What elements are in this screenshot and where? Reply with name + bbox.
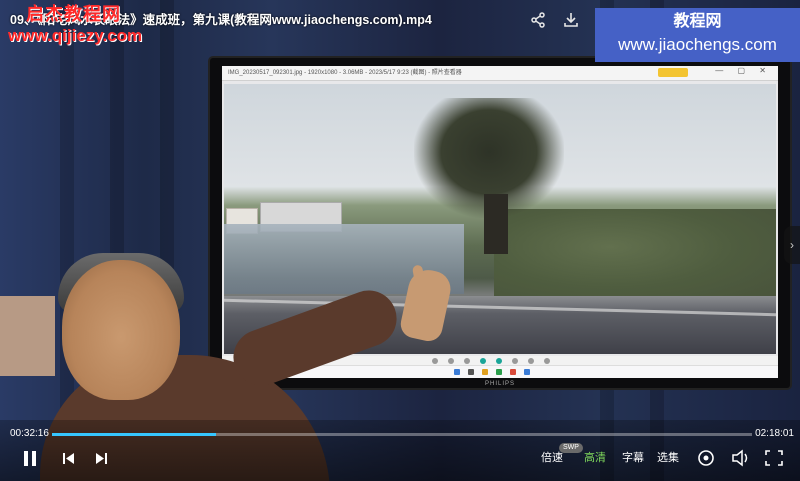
taskbar-icon — [524, 369, 530, 375]
presenter-head — [62, 260, 180, 400]
video-frame[interactable]: IMG_20230517_092301.jpg - 1920x1080 - 3.… — [0, 0, 800, 481]
speed-badge: SWP — [559, 443, 583, 453]
total-time: 02:18:01 — [755, 428, 794, 439]
watermark-url: www.qijiezy.com — [8, 26, 143, 45]
window-controls: — ▢ ✕ — [715, 66, 772, 75]
progress-fill — [52, 433, 216, 436]
toolbar-icon — [512, 358, 518, 364]
toolbar-icon — [544, 358, 550, 364]
progress-bar[interactable] — [52, 433, 752, 436]
download-icon[interactable] — [563, 12, 579, 33]
taskbar-icon — [510, 369, 516, 375]
next-button[interactable] — [92, 446, 110, 476]
brand-watermark: 教程网 www.jiaochengs.com — [595, 8, 800, 62]
volume-icon[interactable] — [731, 446, 751, 476]
brand-url: www.jiaochengs.com — [618, 35, 777, 54]
target-icon[interactable] — [696, 446, 716, 476]
speed-button[interactable]: 倍速 — [541, 450, 563, 466]
taskbar-icon — [454, 369, 460, 375]
watermark-name: 启杰教程网 — [26, 4, 121, 24]
current-time: 00:32:16 — [10, 428, 49, 439]
quality-button[interactable]: 高清 — [584, 450, 606, 466]
previous-button[interactable] — [60, 446, 78, 476]
player-control-bar — [0, 420, 800, 481]
episodes-button[interactable]: 选集 — [657, 450, 679, 466]
toolbar-icon — [480, 358, 486, 364]
chevron-right-icon: › — [790, 238, 794, 252]
taskbar-icon — [496, 369, 502, 375]
taskbar-icon — [468, 369, 474, 375]
brand-name: 教程网 — [673, 13, 722, 30]
share-icon[interactable] — [530, 12, 546, 33]
tree-trunk — [484, 194, 508, 254]
toolbar-icon — [432, 358, 438, 364]
pause-button[interactable] — [20, 446, 40, 476]
subtitle-button[interactable]: 字幕 — [622, 450, 644, 466]
taskbar-icon — [482, 369, 488, 375]
photo-viewer-titlebar: IMG_20230517_092301.jpg - 1920x1080 - 3.… — [222, 66, 778, 81]
toolbar-icon — [528, 358, 534, 364]
toolbar-icon — [448, 358, 454, 364]
toolbar-icon — [496, 358, 502, 364]
grass-field — [494, 209, 776, 304]
toolbar-icon — [464, 358, 470, 364]
fullscreen-icon[interactable] — [764, 446, 784, 476]
titlebar-badge — [658, 68, 688, 77]
side-panel-toggle[interactable]: › — [784, 226, 800, 264]
